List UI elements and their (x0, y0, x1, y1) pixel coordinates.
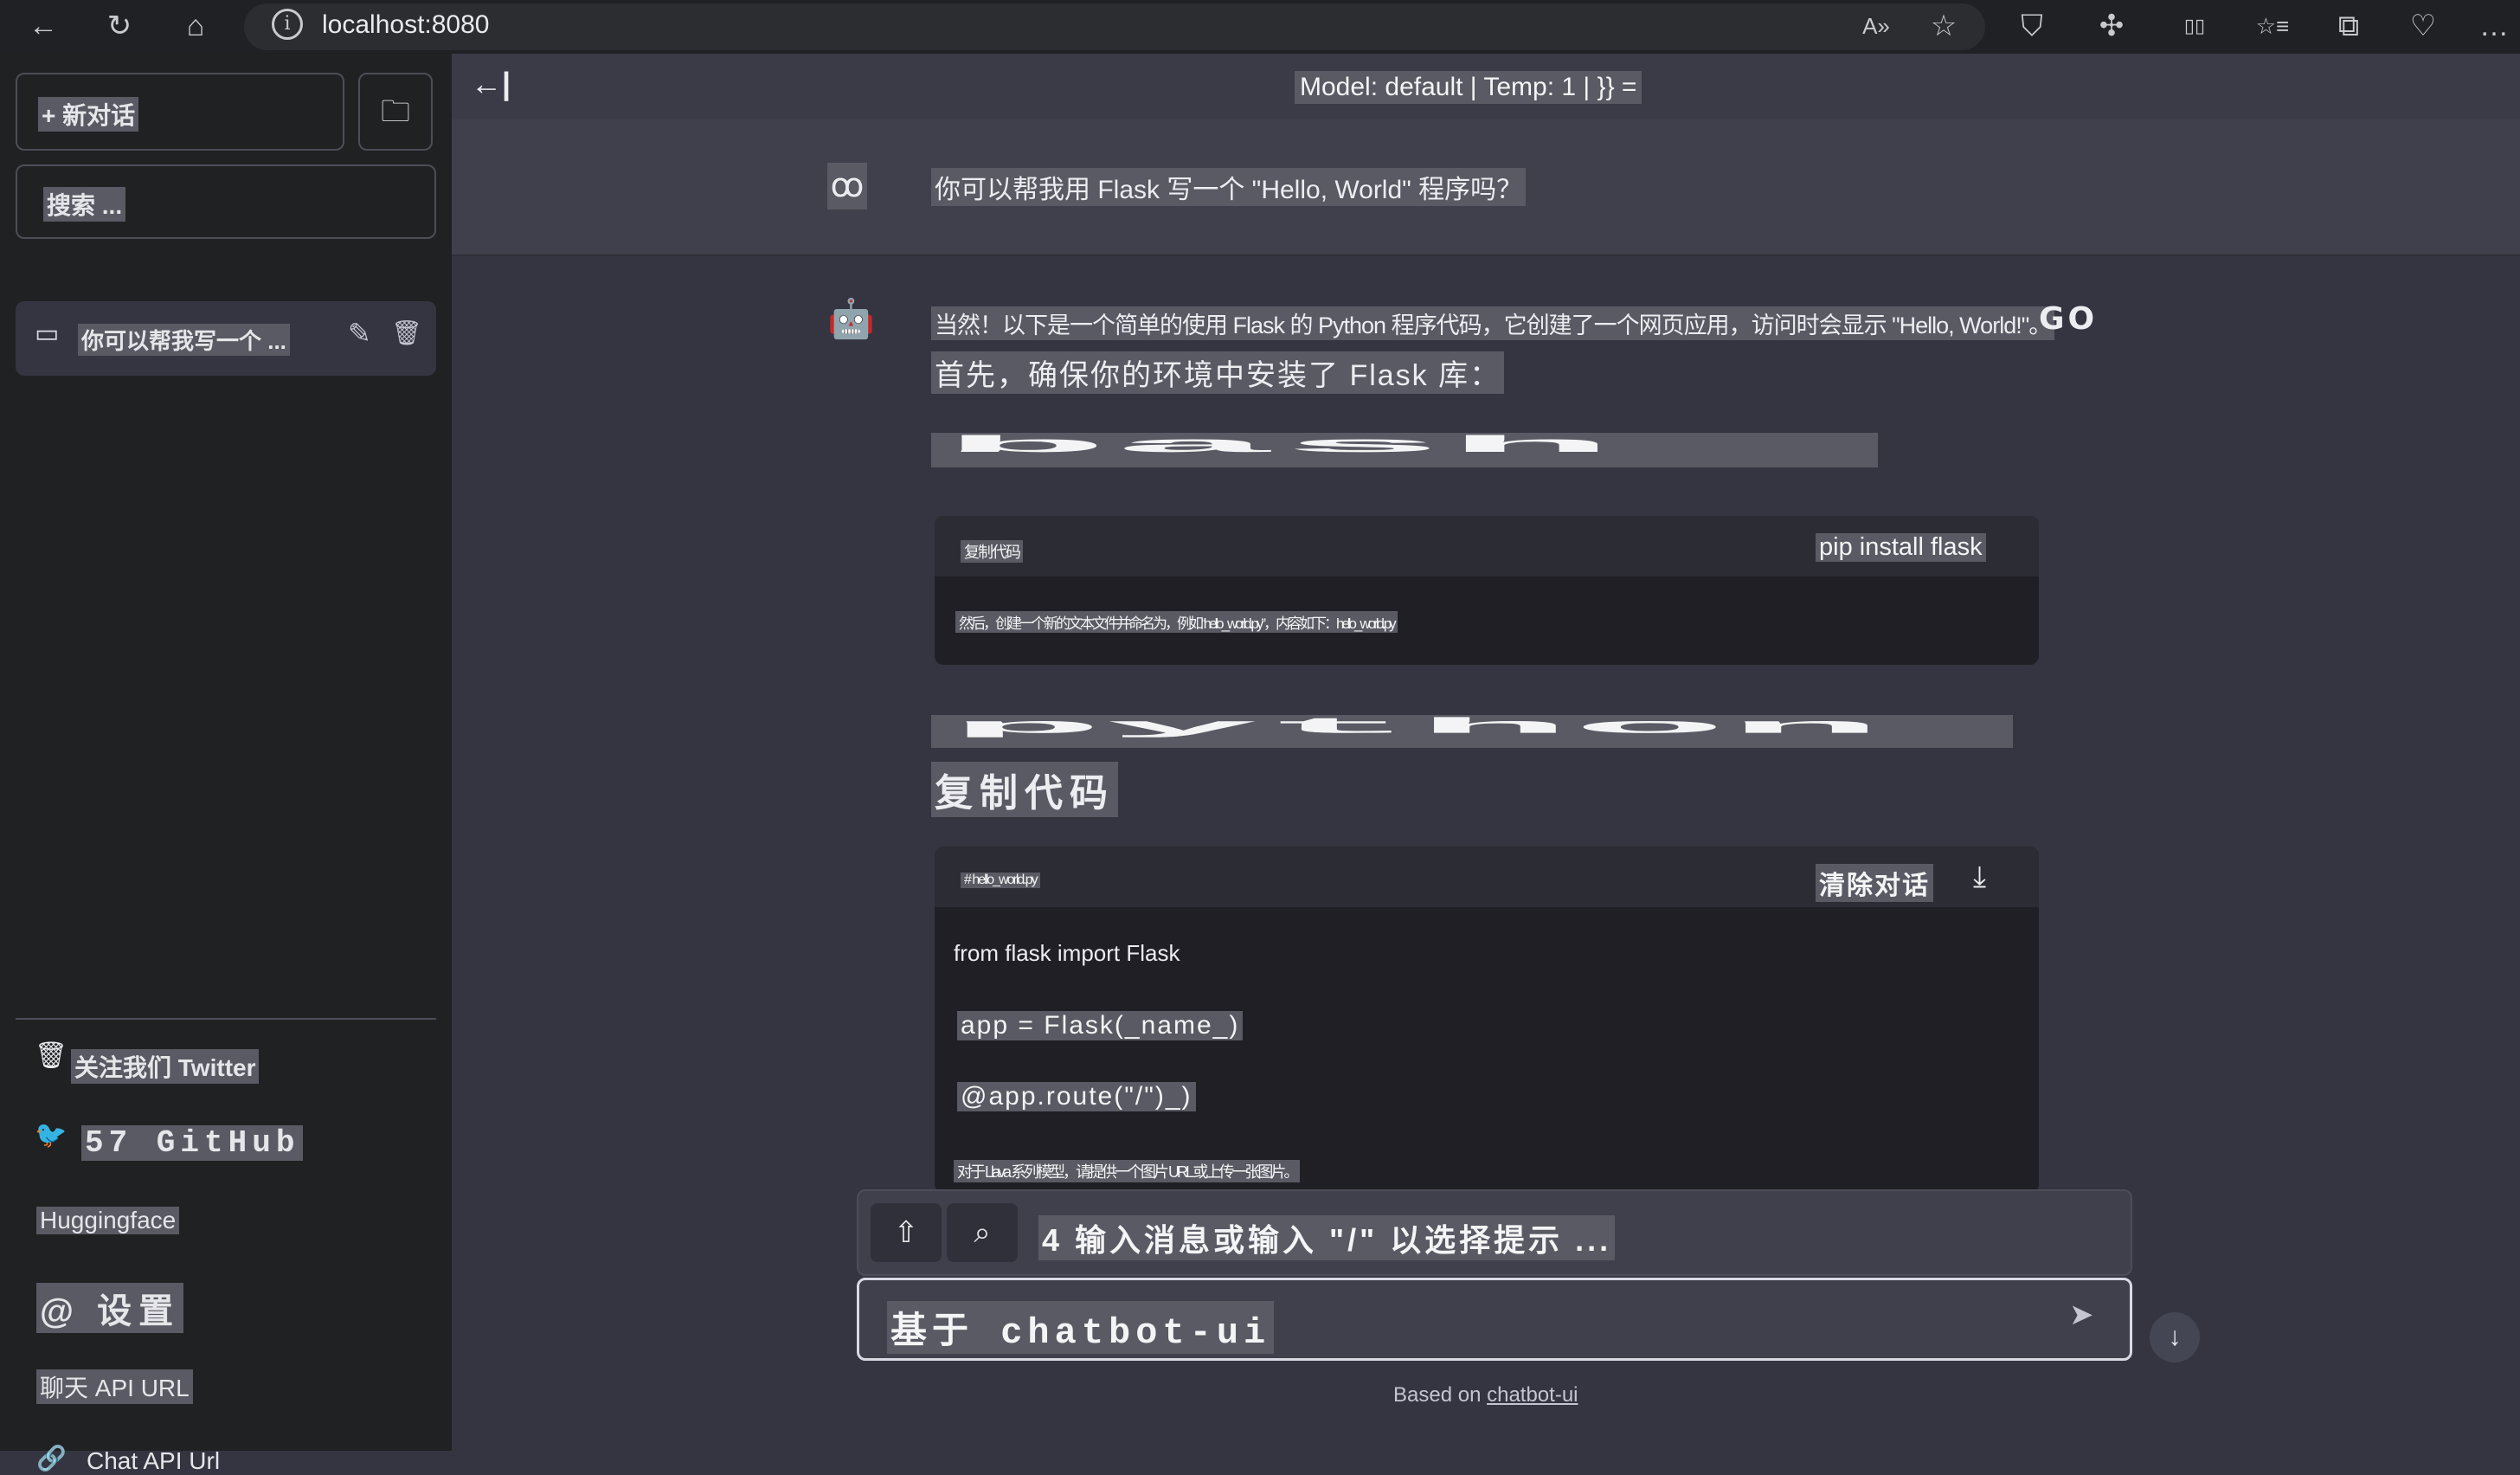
based-on-text: Based on (1393, 1383, 1482, 1407)
input-hint: 4 输入消息或输入 "/" 以选择提示 ... (1038, 1215, 1616, 1260)
back-icon[interactable]: ← (24, 7, 62, 45)
delete-icon[interactable]: 🗑 (391, 319, 422, 347)
code-command-text: pip install flask (1816, 533, 1986, 562)
sidebar-divider (16, 1018, 436, 1020)
bash-language-label: bash (942, 433, 1615, 460)
bird-icon: 🐦 (35, 1121, 68, 1150)
python-language-label-bg: python (931, 715, 2013, 748)
link-icon: 🔗 (36, 1445, 67, 1472)
code-block-body: 然后，创建一个新的文本文件并命名为，例如“hello_world.py”，内容如… (955, 611, 1398, 633)
chatbot-ui-link[interactable]: chatbot-ui (1487, 1383, 1578, 1407)
chat-header: ←| Model: default | Temp: 1 | }} = (452, 54, 2520, 119)
send-icon[interactable]: ➤ (2069, 1298, 2094, 1332)
reload-icon[interactable]: ↻ (100, 7, 138, 45)
shield-icon[interactable]: ⛉ (2013, 7, 2051, 45)
footer-api-url-label[interactable]: 聊天 API URL (36, 1369, 193, 1404)
code-line-4: 对于 Llava 系列模型，请提供一个图片 URL 或上传一张图片。 (954, 1160, 1301, 1182)
code-line-3: @app.route("/")_) (957, 1082, 1196, 1111)
python-language-label: python (948, 715, 1884, 740)
search-input[interactable]: 搜索 ... (16, 164, 436, 239)
user-message-text: 你可以帮我用 Flask 写一个 "Hello, World" 程序吗？ (931, 168, 1527, 206)
favorite-star-icon[interactable]: ☆ (1925, 7, 1963, 45)
new-chat-button[interactable]: + 新对话 (16, 73, 344, 151)
search-placeholder: 搜索 ... (43, 187, 126, 222)
code-line-2: app = Flask(_name_) (957, 1011, 1244, 1040)
message-input-value: 基于 chatbot-ui (887, 1301, 1275, 1354)
install-instruction-text: 首先，确保你的环境中安装了 Flask 库： (931, 351, 1505, 394)
chat-icon: ▭ (35, 319, 60, 348)
assistant-intro-text: 当然！以下是一个简单的使用 Flask 的 Python 程序代码，它创建了一个… (931, 306, 2055, 340)
url-text[interactable]: localhost:8080 (322, 10, 489, 40)
new-folder-icon[interactable]: 🗀 (358, 73, 433, 151)
site-info-icon[interactable]: i (272, 9, 303, 40)
prompt-icon[interactable]: ⌕ (947, 1203, 1018, 1262)
go-label: GO (2039, 301, 2099, 337)
trash-icon: 🗑 (35, 1041, 68, 1070)
collapse-sidebar-icon[interactable]: ←| (471, 66, 511, 102)
footer-github-link[interactable]: 57 GitHub (81, 1125, 304, 1161)
extensions-icon[interactable]: ✣ (2092, 7, 2131, 45)
address-bar[interactable] (244, 3, 1985, 50)
upload-icon[interactable]: ⇧ (871, 1203, 942, 1262)
new-chat-label: + 新对话 (38, 97, 139, 132)
favorites-icon[interactable]: ☆≡ (2253, 7, 2292, 45)
read-aloud-icon[interactable]: A» (1857, 7, 1895, 45)
copy-code-label[interactable]: 复制代码 (961, 540, 1023, 563)
user-avatar-icon: ꝏ (827, 163, 867, 209)
bash-code-block: 复制代码 pip install flask 然后，创建一个新的文本文件并命名为… (935, 516, 2039, 665)
sidebar: + 新对话 🗀 搜索 ... ▭ 你可以帮我写一个 ... ✎ 🗑 🗑 关注我们… (0, 54, 452, 1474)
input-toolbar: ⇧ ⌕ 4 输入消息或输入 "/" 以选择提示 ... (857, 1189, 2132, 1276)
footer-twitter-link[interactable]: 关注我们 Twitter (71, 1049, 260, 1084)
chat-api-url-button[interactable]: Chat API Url (87, 1447, 220, 1475)
conversation-title: 你可以帮我写一个 ... (78, 324, 290, 356)
user-message: ꝏ 你可以帮我用 Flask 写一个 "Hello, World" 程序吗？ (452, 119, 2520, 256)
copy-code-heading[interactable]: 复制代码 (931, 762, 1118, 817)
footer-credit: Based on chatbot-ui (1393, 1383, 1578, 1407)
browser-health-icon[interactable]: ♡ (2404, 7, 2442, 45)
model-info[interactable]: Model: default | Temp: 1 | }} = (1295, 71, 1642, 104)
conversation-item[interactable]: ▭ 你可以帮我写一个 ... ✎ 🗑 (16, 301, 436, 376)
footer-huggingface-link[interactable]: Huggingface (36, 1207, 180, 1234)
code-filename: # hello_world.py (961, 873, 1040, 888)
code-line-1: from flask import Flask (954, 940, 1180, 966)
bot-avatar-icon: 🤖 (827, 298, 875, 340)
collections-icon[interactable]: ⧉ (2330, 7, 2368, 45)
footer-settings-button[interactable]: @ 设置 (36, 1283, 184, 1333)
message-input[interactable]: 基于 chatbot-ui ➤ (857, 1278, 2132, 1361)
bash-language-label-bg: bash (931, 433, 1878, 467)
clear-conversation-button[interactable]: 清除对话 (1816, 864, 1933, 902)
browser-toolbar: ← ↻ ⌂ i localhost:8080 A» ☆ ⛉ ✣ ▯▯ ☆≡ ⧉ … (0, 0, 2520, 54)
scroll-down-icon[interactable]: ↓ (2150, 1312, 2200, 1362)
python-code-header: # hello_world.py 清除对话 ⤓ (935, 847, 2039, 907)
download-icon[interactable]: ⤓ (1973, 860, 1986, 894)
code-block-header: 复制代码 pip install flask (935, 516, 2039, 576)
home-icon[interactable]: ⌂ (177, 7, 215, 45)
more-icon[interactable]: … (2475, 7, 2513, 45)
split-screen-icon[interactable]: ▯▯ (2176, 7, 2214, 45)
edit-icon[interactable]: ✎ (348, 317, 371, 350)
python-code-block: # hello_world.py 清除对话 ⤓ from flask impor… (935, 847, 2039, 1193)
